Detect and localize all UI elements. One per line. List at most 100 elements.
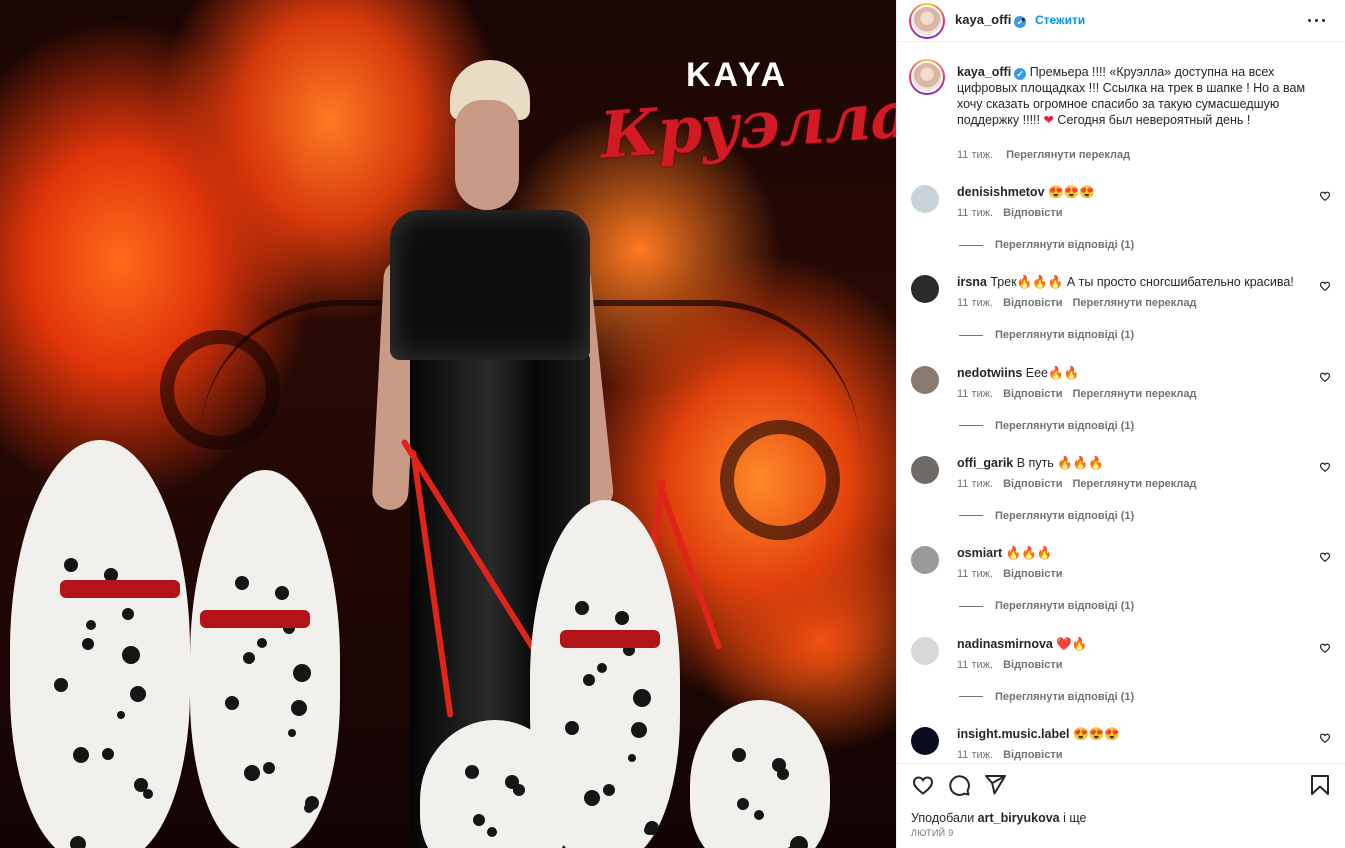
- comment-time[interactable]: 11 тиж.: [957, 207, 993, 219]
- view-replies-button[interactable]: Переглянути відповіді (1): [959, 329, 1134, 341]
- commenter-avatar[interactable]: [911, 546, 939, 575]
- liked-by-user[interactable]: art_biryukova: [978, 811, 1060, 825]
- commenter-username[interactable]: offi_garik: [957, 456, 1013, 470]
- bookmark-icon[interactable]: [1308, 773, 1332, 797]
- car-wheel: [720, 420, 840, 540]
- translate-link[interactable]: Переглянути переклад: [1073, 388, 1197, 400]
- comment-meta: 11 тиж. Відповісти: [957, 207, 1073, 219]
- comment-heart-icon[interactable]: [1319, 371, 1331, 383]
- comment-time[interactable]: 11 тиж.: [957, 659, 993, 671]
- comment-time[interactable]: 11 тиж.: [957, 297, 993, 309]
- translate-link[interactable]: Переглянути переклад: [1073, 297, 1197, 309]
- post-header: kaya_offi ✓ • Стежити: [897, 0, 1345, 42]
- comment-time[interactable]: 11 тиж.: [957, 749, 993, 761]
- verified-badge-icon: ✓: [1014, 68, 1027, 80]
- commenter-username[interactable]: nedotwiins: [957, 366, 1022, 380]
- reply-button[interactable]: Відповісти: [1003, 388, 1062, 400]
- comment-item: irsna Трек🔥🔥🔥 А ты просто сногсшибательн…: [897, 275, 1345, 365]
- comment-item: nedotwiins Еее🔥🔥 11 тиж. Відповісти Перегля…: [897, 365, 1345, 456]
- comment-meta: 11 тиж. Відповісти Переглянути переклад: [957, 388, 1207, 400]
- dalmatian: [690, 700, 830, 848]
- reply-button[interactable]: Відповісти: [1003, 478, 1062, 490]
- comment-meta: 11 тиж. Відповісти: [957, 749, 1073, 761]
- comment-text-row: osmiart 🔥🔥🔥: [957, 545, 1297, 561]
- comment-time[interactable]: 11 тиж.: [957, 478, 993, 490]
- post-caption: kaya_offi ✓ Премьера !!!! «Круэлла» досту…: [957, 64, 1317, 128]
- comment-heart-icon[interactable]: [1319, 190, 1331, 202]
- comment-icon[interactable]: [947, 773, 971, 797]
- view-replies-button[interactable]: Переглянути відповіді (1): [959, 510, 1134, 522]
- caption-time[interactable]: 11 тиж.: [957, 149, 993, 161]
- comment-time[interactable]: 11 тиж.: [957, 388, 993, 400]
- commenter-avatar[interactable]: [911, 365, 939, 394]
- comment-time[interactable]: 11 тиж.: [957, 568, 993, 580]
- caption-meta: 11 тиж. Переглянути переклад: [957, 149, 1140, 161]
- commenter-avatar[interactable]: [911, 185, 939, 213]
- reply-button[interactable]: Відповісти: [1003, 568, 1062, 580]
- comment-meta: 11 тиж. Відповісти: [957, 659, 1073, 671]
- post-image[interactable]: KAYA Круэлла: [0, 0, 896, 848]
- comment-item: insight.music.label 😍😍😍 11 тиж. Відповісти: [897, 726, 1345, 763]
- track-title-logo: Круэлла: [597, 77, 896, 174]
- reply-button[interactable]: Відповісти: [1003, 749, 1062, 761]
- author-username-row[interactable]: kaya_offi ✓: [955, 12, 1027, 28]
- comment-text-row: offi_garik В путь 🔥🔥🔥: [957, 455, 1297, 471]
- comment-heart-icon[interactable]: [1319, 732, 1331, 744]
- commenter-avatar[interactable]: [911, 275, 939, 304]
- reply-button[interactable]: Відповісти: [1003, 297, 1062, 309]
- caption-translate-link[interactable]: Переглянути переклад: [1006, 149, 1130, 161]
- commenter-avatar[interactable]: [911, 636, 939, 665]
- commenter-username[interactable]: insight.music.label: [957, 727, 1070, 741]
- caption-username[interactable]: kaya_offi: [957, 65, 1011, 79]
- comments-scroll-area[interactable]: kaya_offi ✓ Премьера !!!! «Круэлла» досту…: [897, 43, 1345, 763]
- heart-icon[interactable]: [911, 773, 935, 797]
- dalmatian: [190, 470, 340, 848]
- comment-text: 🔥🔥🔥: [1005, 546, 1053, 561]
- commenter-username[interactable]: osmiart: [957, 546, 1002, 560]
- view-replies-button[interactable]: Переглянути відповіді (1): [959, 600, 1134, 612]
- likes-summary: Уподобали art_biryukova і ще: [911, 811, 1087, 825]
- share-icon[interactable]: [983, 773, 1007, 797]
- comment-item: osmiart 🔥🔥🔥 11 тиж. Відповісти Переглянути …: [897, 546, 1345, 636]
- commenter-username[interactable]: denisishmetov: [957, 185, 1045, 199]
- comment-heart-icon[interactable]: [1319, 280, 1331, 292]
- view-replies-button[interactable]: Переглянути відповіді (1): [959, 420, 1134, 432]
- follow-button[interactable]: Стежити: [1035, 13, 1085, 27]
- comment-item: nadinasmirnova ❤️🔥 11 тиж. Відповісти Перег…: [897, 636, 1345, 727]
- caption-text-end: Сегодня был невероятный день !: [1053, 113, 1251, 127]
- comment-text-row: insight.music.label 😍😍😍: [957, 726, 1297, 742]
- author-username[interactable]: kaya_offi: [955, 12, 1011, 27]
- comment-heart-icon[interactable]: [1319, 642, 1331, 654]
- comment-heart-icon[interactable]: [1319, 461, 1331, 473]
- author-avatar[interactable]: [909, 3, 945, 39]
- comment-text: ❤️🔥: [1056, 636, 1088, 651]
- commenter-avatar[interactable]: [911, 455, 939, 484]
- reply-button[interactable]: Відповісти: [1003, 207, 1062, 219]
- comment-text-row: denisishmetov 😍😍😍: [957, 184, 1297, 200]
- comment-text: 😍😍😍: [1048, 185, 1095, 199]
- action-bar: [897, 763, 1345, 803]
- commenter-avatar[interactable]: [911, 726, 939, 755]
- comment-meta: 11 тиж. Відповісти Переглянути переклад: [957, 478, 1207, 490]
- comment-text-row: nedotwiins Еее🔥🔥: [957, 365, 1297, 381]
- comment-meta: 11 тиж. Відповісти Переглянути переклад: [957, 297, 1207, 309]
- caption-author-avatar[interactable]: [909, 59, 945, 95]
- more-icon[interactable]: [1308, 19, 1328, 23]
- comment-heart-icon[interactable]: [1319, 551, 1331, 563]
- comment-text: 😍😍😍: [1073, 726, 1120, 741]
- separator-dot: •: [1021, 12, 1026, 27]
- dalmatian: [10, 440, 190, 848]
- comment-item: offi_garik В путь 🔥🔥🔥 11 тиж. Відповісти Пе…: [897, 455, 1345, 546]
- comment-item: denisishmetov 😍😍😍 11 тиж. Відповісти Перегл…: [897, 185, 1345, 275]
- comment-text: Еее🔥🔥: [1025, 365, 1080, 380]
- comment-text: В путь 🔥🔥🔥: [1016, 455, 1104, 470]
- commenter-username[interactable]: irsna: [957, 275, 987, 289]
- comment-text: Трек🔥🔥🔥 А ты просто сногсшибательно крас…: [990, 275, 1294, 290]
- comment-text-row: irsna Трек🔥🔥🔥 А ты просто сногсшибательн…: [957, 274, 1297, 290]
- commenter-username[interactable]: nadinasmirnova: [957, 637, 1053, 651]
- translate-link[interactable]: Переглянути переклад: [1073, 478, 1197, 490]
- view-replies-button[interactable]: Переглянути відповіді (1): [959, 239, 1134, 251]
- post-date[interactable]: ЛЮТИЙ 9: [911, 828, 954, 838]
- view-replies-button[interactable]: Переглянути відповіді (1): [959, 691, 1134, 703]
- reply-button[interactable]: Відповісти: [1003, 659, 1062, 671]
